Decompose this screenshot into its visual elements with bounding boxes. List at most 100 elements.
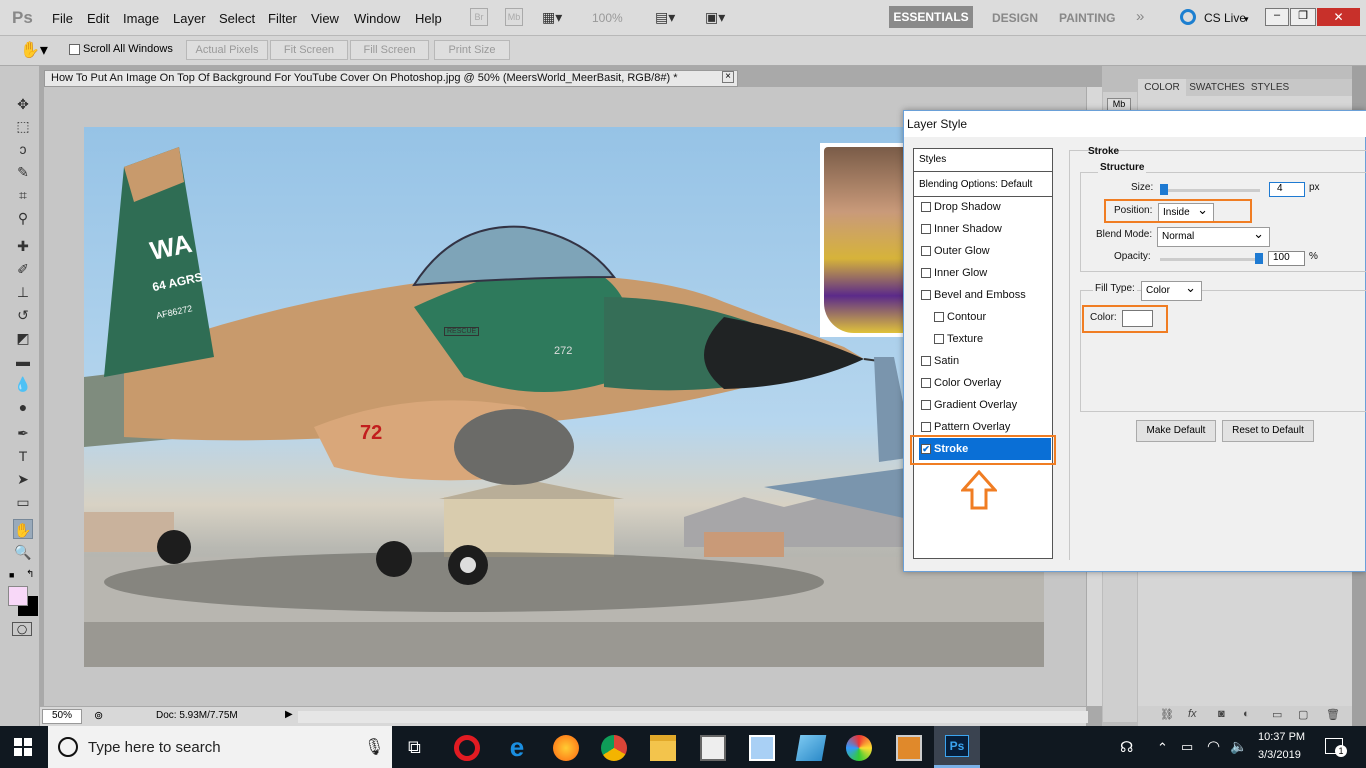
size-slider[interactable] [1160, 189, 1260, 192]
menu-view[interactable]: View [311, 11, 339, 26]
zoom-tool-icon[interactable]: 🔍 [13, 542, 33, 562]
close-document-icon[interactable]: × [722, 71, 734, 83]
inner-shadow-checkbox[interactable] [921, 224, 931, 234]
edge-icon[interactable]: e [504, 734, 530, 761]
blend-mode-select[interactable]: Normal [1157, 225, 1270, 247]
eraser-tool-icon[interactable]: ◩ [13, 328, 33, 348]
color-overlay-checkbox[interactable] [921, 378, 931, 388]
move-tool-icon[interactable]: ✥ [13, 94, 33, 114]
style-inner-glow[interactable]: Inner Glow [919, 262, 1051, 284]
status-proof-icon[interactable]: ⊚ [94, 709, 103, 722]
brush-tool-icon[interactable]: ✐ [13, 259, 33, 279]
quick-select-tool-icon[interactable]: ✎ [13, 162, 33, 182]
tab-styles[interactable]: STYLES [1248, 79, 1292, 97]
print-size-button[interactable]: Print Size [434, 40, 510, 60]
reset-default-button[interactable]: Reset to Default [1222, 420, 1314, 442]
new-group-icon[interactable]: ▭ [1272, 708, 1282, 721]
style-gradient-overlay[interactable]: Gradient Overlay [919, 394, 1051, 416]
cs-live-label[interactable]: CS Live [1204, 11, 1246, 25]
fx-icon[interactable]: fx [1188, 708, 1197, 720]
workspace-essentials[interactable]: ESSENTIALS [889, 6, 973, 28]
volume-icon[interactable]: 🔈 [1230, 738, 1247, 755]
style-contour[interactable]: Contour [919, 306, 1051, 328]
gradient-tool-icon[interactable]: ▬ [13, 351, 33, 371]
clone-stamp-tool-icon[interactable]: ⊥ [13, 282, 33, 302]
opacity-input[interactable]: 100 [1268, 251, 1305, 266]
opacity-slider[interactable] [1160, 258, 1260, 261]
scroll-all-checkbox[interactable] [69, 44, 80, 55]
pencil-app-icon[interactable] [896, 735, 922, 761]
more-workspaces-icon[interactable]: » [1136, 8, 1144, 25]
tab-swatches[interactable]: SWATCHES [1188, 79, 1246, 97]
battery-icon[interactable]: ▭ [1181, 739, 1193, 755]
restore-icon[interactable]: ❐ [1290, 8, 1316, 26]
menu-file[interactable]: File [52, 11, 73, 26]
pattern-overlay-checkbox[interactable] [921, 422, 931, 432]
microphone-icon[interactable]: 🎙 [364, 737, 384, 757]
workspace-design[interactable]: DESIGN [992, 11, 1038, 25]
cs-live-icon[interactable] [1180, 9, 1196, 25]
zoom-level[interactable]: 100% [592, 11, 623, 25]
workspace-painting[interactable]: PAINTING [1059, 11, 1115, 25]
tab-color[interactable]: COLOR [1138, 79, 1186, 97]
calculator-icon[interactable] [700, 735, 726, 761]
actual-pixels-button[interactable]: Actual Pixels [186, 40, 268, 60]
mini-bridge-icon[interactable]: Mb [505, 8, 523, 26]
style-inner-shadow[interactable]: Inner Shadow [919, 218, 1051, 240]
menu-edit[interactable]: Edit [87, 11, 109, 26]
people-icon[interactable]: ☊ [1120, 738, 1133, 756]
size-input[interactable]: 4 [1269, 182, 1305, 197]
style-texture[interactable]: Texture [919, 328, 1051, 350]
fill-type-select[interactable]: Color [1141, 279, 1202, 301]
screen-mode-icon[interactable]: ▣▾ [705, 9, 725, 26]
marquee-tool-icon[interactable]: ⬚ [13, 116, 33, 136]
horizontal-scrollbar[interactable] [298, 711, 1088, 723]
image-viewer-icon[interactable] [749, 735, 775, 761]
style-bevel-emboss[interactable]: Bevel and Emboss [919, 284, 1051, 306]
gradient-overlay-checkbox[interactable] [921, 400, 931, 410]
swap-colors-icon[interactable]: ↰ [26, 569, 34, 580]
add-mask-icon[interactable]: ◙ [1218, 708, 1225, 720]
windows-start-icon[interactable] [14, 738, 32, 756]
default-colors-icon[interactable]: ■ [9, 570, 14, 580]
texture-checkbox[interactable] [934, 334, 944, 344]
inner-glow-checkbox[interactable] [921, 268, 931, 278]
paint-icon[interactable] [846, 735, 872, 761]
chrome-icon[interactable] [601, 735, 627, 761]
menu-image[interactable]: Image [123, 11, 159, 26]
quick-mask-icon[interactable]: ◯ [12, 622, 32, 636]
file-explorer-icon[interactable] [650, 735, 676, 761]
menu-help[interactable]: Help [415, 11, 442, 26]
lasso-tool-icon[interactable]: ↄ [13, 139, 33, 159]
eyedropper-tool-icon[interactable]: ⚲ [13, 208, 33, 228]
clock-date[interactable]: 3/3/2019 [1258, 749, 1301, 761]
outer-glow-checkbox[interactable] [921, 246, 931, 256]
size-slider-thumb[interactable] [1160, 184, 1168, 195]
style-outer-glow[interactable]: Outer Glow [919, 240, 1051, 262]
type-tool-icon[interactable]: T [13, 446, 33, 466]
taskbar-search-box[interactable]: Type here to search 🎙 [48, 726, 392, 768]
menu-filter[interactable]: Filter [268, 11, 297, 26]
contour-checkbox[interactable] [934, 312, 944, 322]
hand-tool-icon[interactable]: ✋ [13, 519, 33, 539]
clock-time[interactable]: 10:37 PM [1258, 731, 1305, 743]
status-zoom-field[interactable]: 50% [42, 709, 82, 724]
menu-select[interactable]: Select [219, 11, 255, 26]
styles-list-header[interactable]: Styles [914, 149, 1052, 172]
close-window-icon[interactable]: ✕ [1317, 8, 1360, 26]
foreground-color-swatch[interactable] [8, 586, 28, 606]
menu-window[interactable]: Window [354, 11, 400, 26]
style-satin[interactable]: Satin [919, 350, 1051, 372]
new-layer-icon[interactable]: ▢ [1298, 708, 1308, 721]
opacity-slider-thumb[interactable] [1255, 253, 1263, 264]
healing-brush-tool-icon[interactable]: ✚ [13, 236, 33, 256]
adjustment-layer-icon[interactable]: ◐ [1243, 708, 1250, 720]
link-layers-icon[interactable]: ⛓ [1160, 708, 1174, 721]
make-default-button[interactable]: Make Default [1136, 420, 1216, 442]
fill-screen-button[interactable]: Fill Screen [350, 40, 429, 60]
blending-options-item[interactable]: Blending Options: Default [914, 173, 1052, 197]
style-color-overlay[interactable]: Color Overlay [919, 372, 1051, 394]
arrange-documents-icon[interactable]: ▤▾ [655, 9, 675, 26]
task-view-icon[interactable]: ⧉ [408, 737, 421, 758]
blur-tool-icon[interactable]: 💧 [13, 374, 33, 394]
